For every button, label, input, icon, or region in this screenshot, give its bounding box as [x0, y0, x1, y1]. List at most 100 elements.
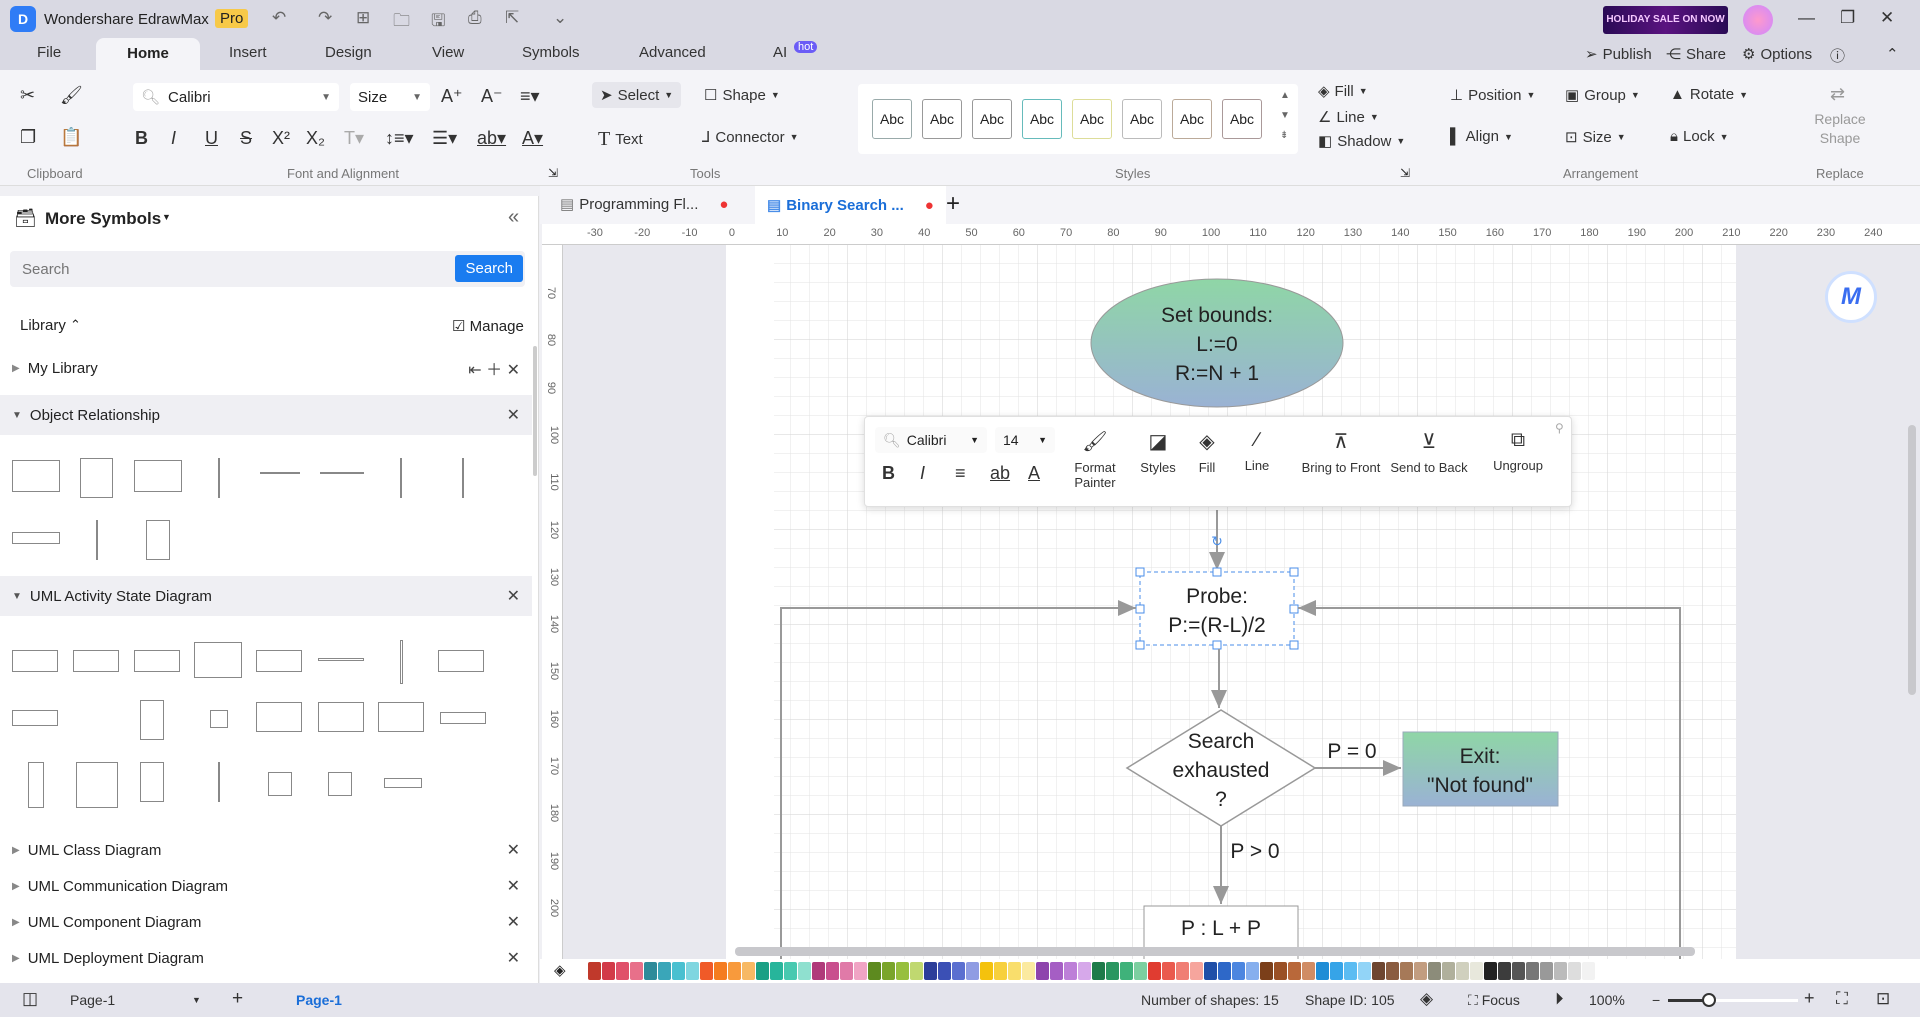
color-swatch[interactable]: [1218, 962, 1231, 980]
tab-symbols[interactable]: Symbols: [522, 44, 580, 61]
font-color-icon[interactable]: A: [1028, 463, 1040, 484]
line-spacing-icon[interactable]: ↕≡▾: [385, 128, 414, 149]
format-painter-button[interactable]: 🖌 Format Painter: [1065, 429, 1125, 490]
color-swatch[interactable]: [770, 962, 783, 980]
size-button[interactable]: ⊡ Size ▼: [1565, 128, 1626, 147]
color-swatch[interactable]: [616, 962, 629, 980]
canvas[interactable]: Set bounds: L:=0 R:=N + 1 ↻ Probe: P:=(R…: [563, 245, 1920, 959]
style-preset[interactable]: Abc: [1022, 99, 1062, 139]
section-uml-activity[interactable]: ▼ UML Activity State Diagram ✕: [0, 576, 532, 616]
close-icon[interactable]: ✕: [1880, 8, 1894, 28]
color-swatch[interactable]: [1386, 962, 1399, 980]
styles-dialog-icon[interactable]: ⇲: [1400, 166, 1410, 180]
position-button[interactable]: ⊥ Position ▼: [1450, 86, 1535, 105]
symbol-thumbnail[interactable]: [210, 710, 228, 728]
share-button[interactable]: ⋲ Share: [1666, 45, 1726, 64]
color-swatch[interactable]: [1330, 962, 1343, 980]
close-icon[interactable]: ✕: [507, 876, 520, 896]
symbol-thumbnail[interactable]: [256, 702, 302, 732]
symbol-thumbnail[interactable]: [328, 772, 352, 796]
symbol-thumbnail[interactable]: [268, 772, 292, 796]
color-swatch[interactable]: [1372, 962, 1385, 980]
color-swatch[interactable]: [658, 962, 671, 980]
diagram[interactable]: Set bounds: L:=0 R:=N + 1 ↻ Probe: P:=(R…: [563, 245, 1920, 959]
subscript-icon[interactable]: X₂: [306, 128, 325, 149]
text-style-icon[interactable]: T▾: [344, 128, 364, 149]
gallery-scroll-icon[interactable]: ▲ ▼ ⇟: [1280, 86, 1290, 146]
color-swatch[interactable]: [1022, 962, 1035, 980]
fill-bucket-icon[interactable]: ◈: [554, 961, 566, 979]
color-swatch[interactable]: [1078, 962, 1091, 980]
symbol-thumbnail[interactable]: [134, 650, 180, 672]
symbol-thumbnail[interactable]: [194, 642, 242, 678]
font-family-select[interactable]: 🔍︎ Calibri ▼: [133, 83, 339, 111]
symbol-thumbnail[interactable]: [12, 460, 60, 492]
sidebar-scrollbar[interactable]: [533, 346, 537, 476]
redo-icon[interactable]: ↷: [318, 8, 332, 28]
save-icon[interactable]: 🖫: [431, 8, 445, 37]
fullscreen-icon[interactable]: ⊡: [1876, 989, 1890, 1009]
color-swatch[interactable]: [714, 962, 727, 980]
decrease-font-icon[interactable]: A⁻: [481, 86, 503, 107]
holiday-sale-banner[interactable]: HOLIDAY SALE ON NOW: [1603, 6, 1728, 34]
line-button[interactable]: ∠ Line ▼: [1318, 108, 1379, 127]
color-swatch[interactable]: [1162, 962, 1175, 980]
color-swatch[interactable]: [1246, 962, 1259, 980]
tab-advanced[interactable]: Advanced: [639, 44, 706, 61]
float-font-select[interactable]: 🔍︎ Calibri ▼: [875, 427, 987, 453]
color-swatch[interactable]: [1498, 962, 1511, 980]
fit-page-icon[interactable]: ⛶: [1836, 989, 1848, 1009]
color-swatch[interactable]: [1120, 962, 1133, 980]
add-page-icon[interactable]: +: [232, 988, 243, 1010]
color-swatch[interactable]: [1036, 962, 1049, 980]
style-preset[interactable]: Abc: [1122, 99, 1162, 139]
options-button[interactable]: ⚙ Options: [1742, 45, 1812, 64]
symbol-thumbnail[interactable]: [384, 778, 422, 788]
symbol-thumbnail[interactable]: [140, 700, 164, 740]
style-preset[interactable]: Abc: [1222, 99, 1262, 139]
shape-button[interactable]: ☐ Shape ▼: [704, 86, 780, 105]
symbol-thumbnail[interactable]: [12, 532, 60, 544]
new-icon[interactable]: ⊞: [356, 8, 370, 28]
maximize-icon[interactable]: ❐: [1840, 8, 1855, 28]
style-preset[interactable]: Abc: [922, 99, 962, 139]
color-swatch[interactable]: [840, 962, 853, 980]
color-swatch[interactable]: [910, 962, 923, 980]
section-object-relationship[interactable]: ▼ Object Relationship ✕: [0, 395, 532, 435]
color-swatch[interactable]: [966, 962, 979, 980]
color-swatch[interactable]: [686, 962, 699, 980]
fill-button[interactable]: ◈ Fill ▼: [1318, 82, 1368, 101]
symbol-thumbnail[interactable]: [12, 650, 58, 672]
color-swatch[interactable]: [1540, 962, 1553, 980]
symbol-thumbnail[interactable]: [462, 458, 464, 498]
color-swatch[interactable]: [728, 962, 741, 980]
increase-font-icon[interactable]: A⁺: [441, 86, 463, 107]
print-icon[interactable]: ⎙: [468, 8, 482, 28]
color-swatch[interactable]: [1414, 962, 1427, 980]
style-preset[interactable]: Abc: [1172, 99, 1212, 139]
paste-icon[interactable]: 📋: [60, 127, 82, 148]
collapse-ribbon-icon[interactable]: ⌃: [1886, 45, 1899, 63]
color-swatch[interactable]: [1106, 962, 1119, 980]
underline-icon[interactable]: U: [205, 128, 218, 149]
group-button[interactable]: ▣ Group ▼: [1565, 86, 1640, 105]
section-uml-communication[interactable]: ▶ UML Communication Diagram ✕: [0, 868, 532, 904]
add-tab-icon[interactable]: +: [946, 190, 960, 218]
highlight-icon[interactable]: ab▾: [477, 128, 506, 149]
symbol-thumbnail[interactable]: [318, 702, 364, 732]
doc-tab-binary-search[interactable]: ▤ Binary Search ... ●: [755, 186, 946, 224]
search-button[interactable]: Search: [455, 255, 523, 282]
symbol-thumbnail[interactable]: [438, 650, 484, 672]
style-preset[interactable]: Abc: [972, 99, 1012, 139]
library-label[interactable]: Library: [20, 317, 66, 334]
color-swatch[interactable]: [672, 962, 685, 980]
color-swatch[interactable]: [924, 962, 937, 980]
publish-button[interactable]: ➢ Publish: [1585, 45, 1652, 64]
color-swatch[interactable]: [882, 962, 895, 980]
styles-button[interactable]: ◪ Styles: [1133, 429, 1183, 475]
undo-icon[interactable]: ↶: [272, 8, 286, 28]
chevron-down-icon[interactable]: ▼: [162, 212, 171, 222]
select-button[interactable]: ➤ Select ▼: [592, 82, 682, 108]
italic-icon[interactable]: I: [171, 128, 176, 149]
color-swatch[interactable]: [896, 962, 909, 980]
